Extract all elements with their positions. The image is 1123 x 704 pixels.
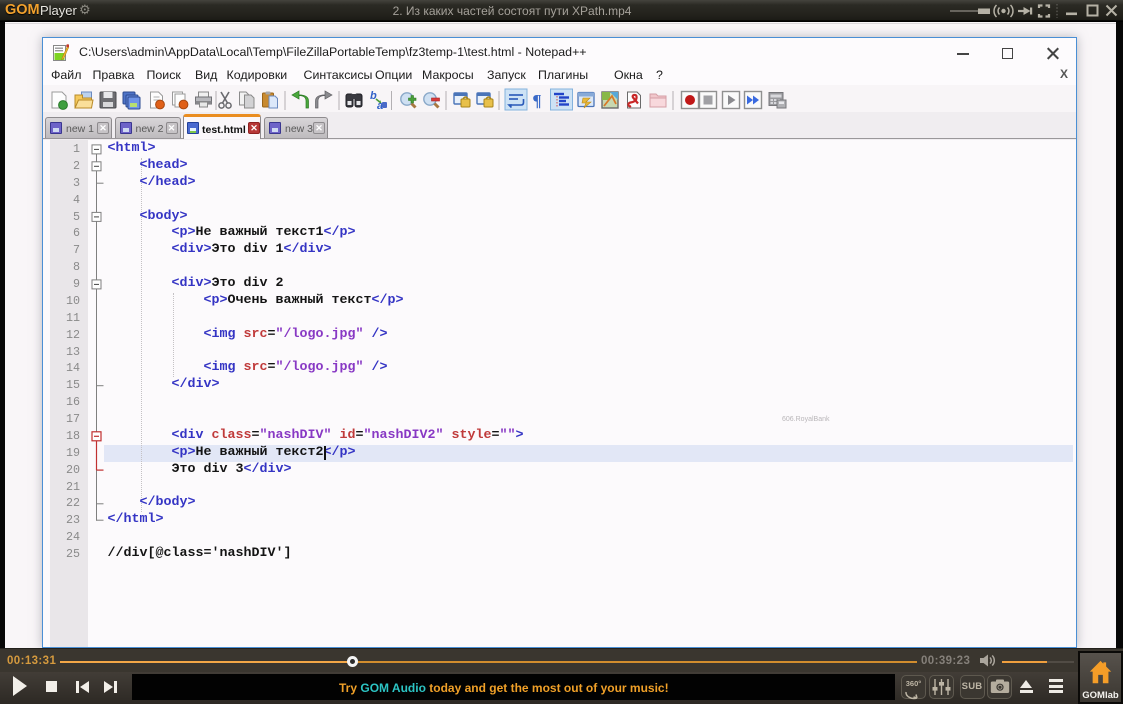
svg-text:b: b [370,90,377,102]
svg-text:¶: ¶ [532,91,541,110]
